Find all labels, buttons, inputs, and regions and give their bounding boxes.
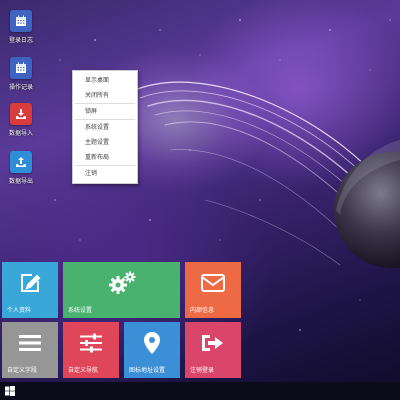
- windows-logo-icon: [5, 386, 15, 396]
- tile-label: 个人资料: [7, 307, 32, 314]
- tile-label: 内部信息: [190, 307, 215, 314]
- calendar-icon: [10, 57, 32, 79]
- map-marker-icon: [124, 322, 180, 364]
- desktop-icon-operation-log[interactable]: 操作记录: [6, 57, 36, 91]
- tile-label: 注销登录: [190, 367, 215, 374]
- menu-icon: [2, 322, 58, 364]
- calendar-icon: [10, 10, 32, 32]
- gears-icon: [63, 262, 180, 304]
- menu-item-show-desktop[interactable]: 显示桌面: [73, 73, 137, 88]
- tile-custom-navigation[interactable]: 自定义导航: [63, 322, 119, 378]
- desktop-icon-label: 数据导出: [8, 178, 33, 185]
- sign-out-icon: [185, 322, 241, 364]
- desktop-icon-label: 登录日志: [8, 37, 33, 44]
- menu-item-system-settings[interactable]: 系统设置: [73, 120, 137, 135]
- context-menu: 显示桌面 关闭所有 锁屏 系统设置 主题设置 重新布局 注销: [72, 70, 138, 184]
- menu-item-theme-settings[interactable]: 主题设置: [73, 135, 137, 150]
- menu-item-lock-screen[interactable]: 锁屏: [73, 104, 137, 119]
- start-button[interactable]: [4, 385, 16, 397]
- desktop-icon-data-import[interactable]: 数据导入: [6, 103, 36, 137]
- menu-item-relayout[interactable]: 重新布局: [73, 150, 137, 165]
- tile-system-settings[interactable]: 系统设置: [63, 262, 180, 318]
- tile-icon-address-settings[interactable]: 图标地址设置: [124, 322, 180, 378]
- taskbar: [0, 382, 400, 400]
- tile-label: 自定义导航: [68, 367, 99, 374]
- desktop-icon-data-export[interactable]: 数据导出: [6, 151, 36, 185]
- desktop-icon-label: 操作记录: [8, 84, 33, 91]
- tile-label: 自定义字段: [7, 367, 38, 374]
- desktop-icon-label: 数据导入: [8, 130, 33, 137]
- tile-internal-messages[interactable]: 内部信息: [185, 262, 241, 318]
- tile-sign-out[interactable]: 注销登录: [185, 322, 241, 378]
- edit-icon: [2, 262, 58, 304]
- menu-item-logout[interactable]: 注销: [73, 166, 137, 181]
- menu-item-close-all[interactable]: 关闭所有: [73, 88, 137, 103]
- upload-icon: [10, 151, 32, 173]
- download-icon: [10, 103, 32, 125]
- tile-label: 系统设置: [68, 307, 93, 314]
- tile-profile[interactable]: 个人资料: [2, 262, 58, 318]
- tile-custom-fields[interactable]: 自定义字段: [2, 322, 58, 378]
- tile-label: 图标地址设置: [129, 367, 166, 374]
- mail-icon: [185, 262, 241, 304]
- desktop-icon-login-log[interactable]: 登录日志: [6, 10, 36, 44]
- sliders-icon: [63, 322, 119, 364]
